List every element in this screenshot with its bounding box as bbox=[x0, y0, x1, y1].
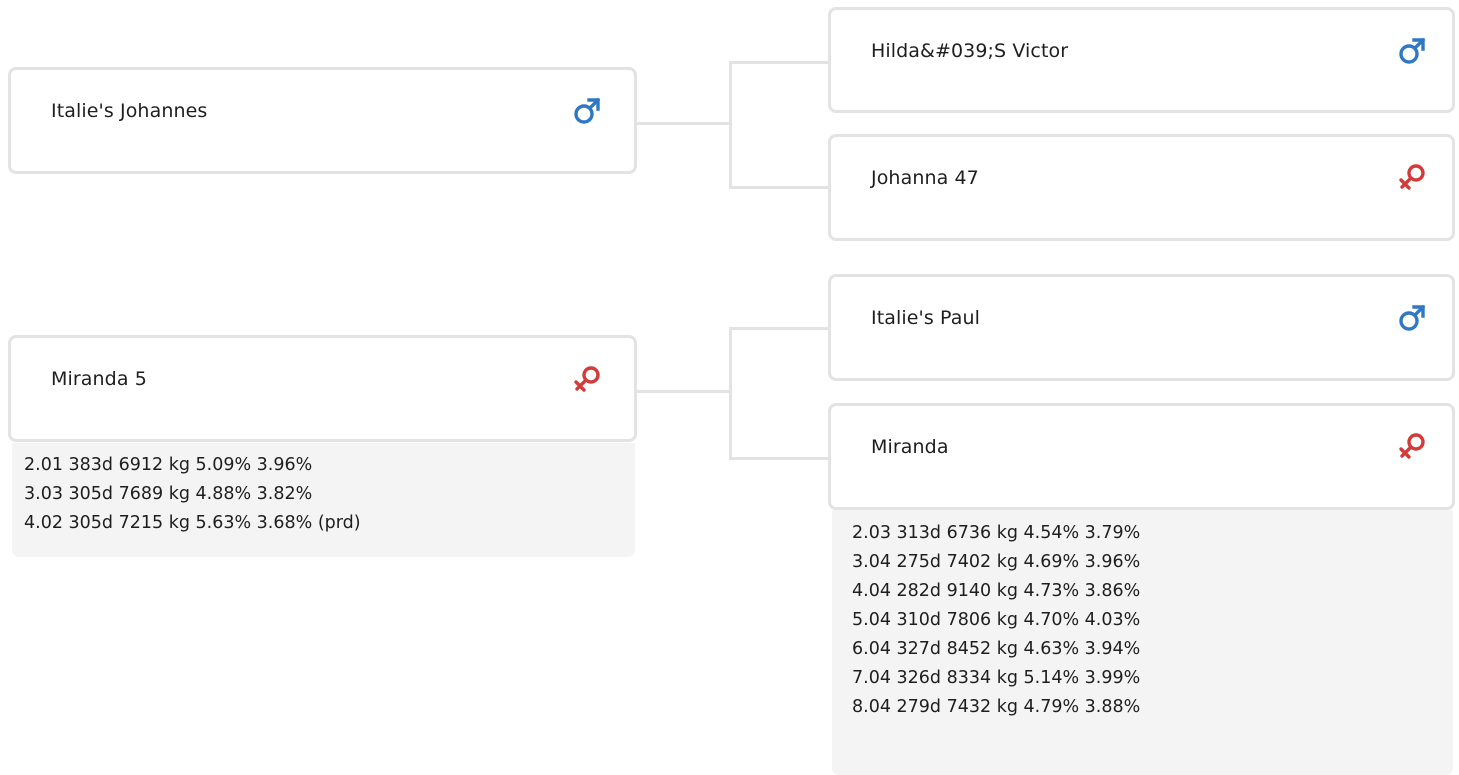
record-line: 4.04 282d 9140 kg 4.73% 3.86% bbox=[852, 581, 1141, 601]
pedigree-card-sire-sire[interactable]: Hilda&#039;S Victor bbox=[828, 7, 1455, 113]
record-line: 6.04 327d 8452 kg 4.63% 3.94% bbox=[852, 639, 1141, 659]
connector bbox=[635, 390, 732, 393]
female-icon bbox=[1396, 161, 1428, 193]
record-line: 7.04 326d 8334 kg 5.14% 3.99% bbox=[852, 668, 1141, 688]
record-line: 2.03 313d 6736 kg 4.54% 3.79% bbox=[852, 523, 1141, 543]
connector bbox=[635, 122, 732, 125]
pedigree-card-dam[interactable]: Miranda 5 bbox=[8, 335, 637, 442]
pedigree-card-dam-dam[interactable]: Miranda bbox=[828, 403, 1455, 510]
male-icon bbox=[1396, 35, 1428, 67]
animal-name: Johanna 47 bbox=[871, 167, 979, 189]
connector bbox=[729, 61, 830, 64]
male-icon bbox=[571, 95, 603, 127]
female-icon bbox=[571, 363, 603, 395]
connector bbox=[729, 186, 830, 189]
male-icon bbox=[1396, 302, 1428, 334]
record-line: 3.04 275d 7402 kg 4.69% 3.96% bbox=[852, 552, 1141, 572]
female-icon bbox=[1396, 430, 1428, 462]
pedigree-card-dam-sire[interactable]: Italie's Paul bbox=[828, 274, 1455, 381]
record-line: 8.04 279d 7432 kg 4.79% 3.88% bbox=[852, 697, 1141, 717]
animal-name: Miranda 5 bbox=[51, 368, 147, 390]
production-records: 2.01 383d 6912 kg 5.09% 3.96% 3.03 305d … bbox=[12, 443, 635, 557]
record-line: 3.03 305d 7689 kg 4.88% 3.82% bbox=[24, 484, 313, 504]
record-line: 5.04 310d 7806 kg 4.70% 4.03% bbox=[852, 610, 1141, 630]
connector bbox=[729, 327, 830, 330]
animal-name: Italie's Johannes bbox=[51, 100, 208, 122]
animal-name: Italie's Paul bbox=[871, 307, 980, 329]
connector bbox=[729, 327, 732, 460]
record-line: 2.01 383d 6912 kg 5.09% 3.96% bbox=[24, 455, 313, 475]
connector bbox=[729, 61, 732, 189]
pedigree-card-sire-dam[interactable]: Johanna 47 bbox=[828, 134, 1455, 241]
connector bbox=[729, 457, 830, 460]
animal-name: Hilda&#039;S Victor bbox=[871, 40, 1069, 62]
pedigree-card-sire[interactable]: Italie's Johannes bbox=[8, 67, 637, 174]
production-records: 2.03 313d 6736 kg 4.54% 3.79% 3.04 275d … bbox=[832, 510, 1453, 775]
animal-name: Miranda bbox=[871, 436, 949, 458]
record-line: 4.02 305d 7215 kg 5.63% 3.68% (prd) bbox=[24, 513, 361, 533]
